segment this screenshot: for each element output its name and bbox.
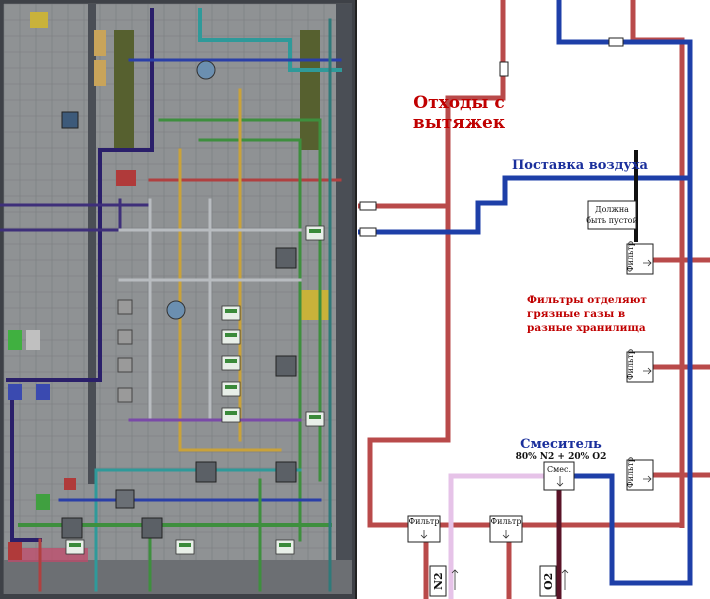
schematic: Фильтр Фильтр Фильтр Фильтр Фильтр Смес.: [355, 0, 710, 599]
game-screenshot: [0, 0, 356, 599]
air-alarm-screen: [279, 543, 291, 547]
hazard-stripe: [300, 290, 330, 320]
filter-box-label: Фильтр: [626, 349, 635, 380]
filter-box-2: Фильтр: [626, 349, 654, 383]
pump-icon: [117, 387, 133, 403]
canister-icon: [26, 330, 40, 350]
canister-icon: [94, 30, 106, 56]
air-alarm-screen: [225, 411, 237, 415]
o2-label: O2: [542, 573, 555, 590]
must-be-empty-line2: быть пустой: [586, 216, 638, 225]
canister-icon: [8, 542, 22, 560]
waste-label-line1: Отходы с: [413, 93, 504, 113]
n2-tag: N2: [429, 565, 447, 597]
valve-icon: [359, 201, 377, 211]
canister-icon: [8, 384, 22, 400]
floor-lower-strip: [4, 560, 352, 594]
console-icon: [116, 170, 136, 186]
vent-icon: [196, 60, 216, 80]
filter-machine: [195, 461, 217, 483]
pump-icon: [117, 329, 133, 345]
filter-box-label: Фильтр: [491, 517, 522, 526]
canister-icon: [36, 494, 50, 510]
filters-note-line2: грязные газы в: [527, 308, 625, 320]
o2-tag: O2: [539, 565, 557, 597]
filter-box-label: Фильтр: [409, 517, 440, 526]
pump-icon: [117, 299, 133, 315]
filter-box-label: Фильтр: [626, 457, 635, 488]
filter-box-3: Фильтр: [626, 457, 654, 491]
mixer-machine: [115, 489, 135, 509]
air-alarm-screen: [69, 543, 81, 547]
filters-note-line3: разные хранилища: [527, 322, 646, 334]
grate-strip: [300, 30, 320, 150]
valve-icon: [608, 37, 624, 47]
canister-icon: [64, 478, 76, 490]
filter-machine: [275, 461, 297, 483]
filter-machine: [141, 517, 163, 539]
grate-strip: [114, 30, 134, 150]
n2-label: N2: [432, 572, 445, 590]
air-alarm-screen: [225, 359, 237, 363]
pump-icon: [117, 357, 133, 373]
mixer-box: Смес.: [543, 461, 575, 491]
mixer-caption: Смеситель 80% N2 + 20% O2: [516, 437, 607, 462]
mixer-ratio: 80% N2 + 20% O2: [516, 452, 607, 462]
must-be-empty-line1: Должна: [595, 205, 629, 214]
air-alarm-screen: [225, 385, 237, 389]
filters-note-line1: Фильтры отделяют: [527, 294, 647, 306]
mixer-box-label: Смес.: [547, 465, 571, 474]
diagram-canvas: Фильтр Фильтр Фильтр Фильтр Фильтр Смес.: [0, 0, 710, 599]
label-waste: Отходы с вытяжек: [413, 93, 506, 133]
wall-segment: [336, 4, 352, 594]
canister-icon: [36, 384, 50, 400]
air-alarm-screen: [179, 543, 191, 547]
console-icon: [30, 12, 48, 28]
filter-box-label: Фильтр: [626, 241, 635, 272]
atmos-diagram: Фильтр Фильтр Фильтр Фильтр Фильтр Смес.: [0, 0, 710, 599]
filter-machine: [275, 247, 297, 269]
filter-box-1: Фильтр: [626, 241, 654, 275]
waste-label-line2: вытяжек: [413, 113, 506, 133]
air-alarm-screen: [225, 333, 237, 337]
vent-icon: [166, 300, 186, 320]
air-alarm-screen: [309, 415, 321, 419]
canister-icon: [8, 330, 22, 350]
valve-icon: [499, 61, 509, 77]
filter-machine: [275, 355, 297, 377]
canister-icon: [94, 60, 106, 86]
filter-machine: [61, 517, 83, 539]
air-alarm-screen: [225, 309, 237, 313]
air-supply-label: Поставка воздуха: [512, 158, 648, 173]
scrubber-icon: [61, 111, 79, 129]
must-be-empty-note: Должна быть пустой: [586, 200, 638, 230]
mixer-title: Смеситель: [520, 437, 602, 452]
valve-icon: [359, 227, 377, 237]
air-alarm-screen: [309, 229, 321, 233]
